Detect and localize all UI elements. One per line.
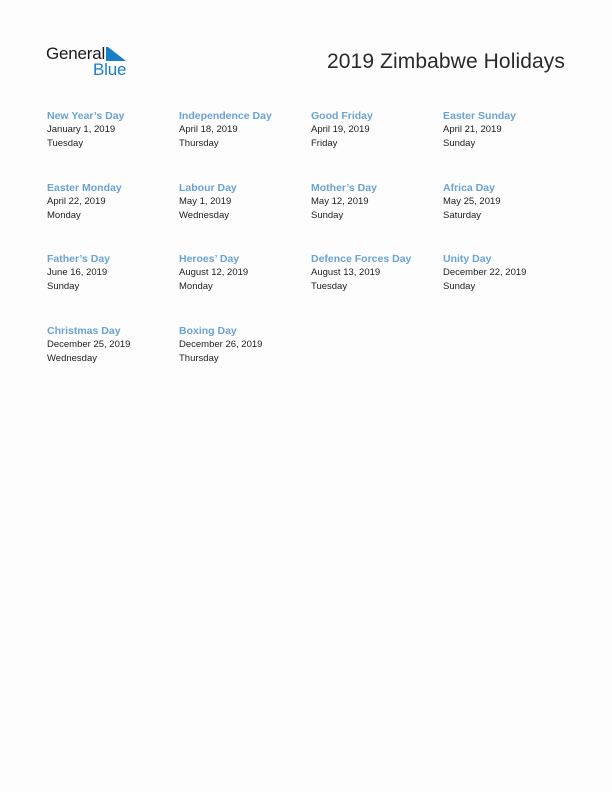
holiday-date: April 21, 2019 [443, 124, 502, 135]
logo-triangle-icon [108, 47, 126, 61]
holiday-weekday: Tuesday [311, 280, 348, 292]
holiday-weekday: Thursday [179, 137, 219, 149]
holiday-name: Christmas Day [47, 325, 121, 337]
holiday-name: Labour Day [179, 182, 237, 194]
holiday-name: Defence Forces Day [311, 253, 412, 265]
holiday-item: Independence Day April 18, 2019 Thursday [179, 109, 309, 150]
holiday-weekday: Wednesday [47, 352, 97, 364]
holiday-item: Easter Monday April 22, 2019 Monday [47, 181, 177, 222]
holiday-date: August 13, 2019 [311, 267, 381, 278]
logo: General Blue [46, 44, 136, 80]
holiday-item: Defence Forces Day August 13, 2019 Tuesd… [311, 252, 441, 293]
holiday-item: Unity Day December 22, 2019 Sunday [443, 252, 573, 293]
holiday-weekday: Tuesday [47, 137, 84, 149]
holiday-weekday: Wednesday [179, 209, 229, 221]
holiday-date: May 1, 2019 [179, 196, 232, 207]
holiday-date: January 1, 2019 [47, 124, 116, 135]
holiday-weekday: Friday [311, 137, 338, 149]
holiday-date: December 22, 2019 [443, 267, 527, 278]
holiday-name: Boxing Day [179, 325, 237, 337]
holiday-date: May 12, 2019 [311, 196, 369, 207]
holiday-date: April 22, 2019 [47, 196, 106, 207]
holiday-item: Good Friday April 19, 2019 Friday [311, 109, 441, 150]
holiday-weekday: Sunday [311, 209, 344, 221]
holiday-weekday: Monday [47, 209, 81, 221]
holiday-date: December 25, 2019 [47, 339, 131, 350]
holiday-item: Heroes’ Day August 12, 2019 Monday [179, 252, 309, 293]
logo-text-blue: Blue [93, 60, 127, 79]
holiday-name: Father’s Day [47, 253, 111, 265]
holiday-date: June 16, 2019 [47, 267, 108, 278]
holiday-weekday: Monday [179, 280, 213, 292]
holiday-name: Easter Sunday [443, 110, 516, 122]
page-title: 2019 Zimbabwe Holidays [327, 50, 565, 73]
holiday-date: May 25, 2019 [443, 196, 501, 207]
holiday-weekday: Sunday [47, 280, 80, 292]
holiday-date: April 19, 2019 [311, 124, 370, 135]
holiday-name: Heroes’ Day [179, 253, 240, 265]
holiday-weekday: Saturday [443, 209, 482, 221]
holiday-name: Africa Day [443, 182, 495, 194]
holiday-weekday: Thursday [179, 352, 219, 364]
holiday-date: April 18, 2019 [179, 124, 238, 135]
holiday-item: Mother’s Day May 12, 2019 Sunday [311, 181, 441, 222]
holiday-item: Labour Day May 1, 2019 Wednesday [179, 181, 309, 222]
holiday-item: Christmas Day December 25, 2019 Wednesda… [47, 324, 177, 365]
holiday-item: New Year’s Day January 1, 2019 Tuesday [47, 109, 177, 150]
holiday-date: December 26, 2019 [179, 339, 263, 350]
holiday-name: New Year’s Day [47, 110, 125, 122]
holiday-name: Unity Day [443, 253, 492, 265]
holiday-weekday: Sunday [443, 137, 476, 149]
holiday-item: Boxing Day December 26, 2019 Thursday [179, 324, 309, 365]
holiday-date: August 12, 2019 [179, 267, 249, 278]
holiday-item: Father’s Day June 16, 2019 Sunday [47, 252, 177, 293]
holiday-name: Mother’s Day [311, 182, 377, 194]
holiday-item: Africa Day May 25, 2019 Saturday [443, 181, 573, 222]
holiday-name: Easter Monday [47, 182, 122, 194]
holiday-name: Good Friday [311, 110, 373, 122]
holiday-name: Independence Day [179, 110, 272, 122]
holiday-item: Easter Sunday April 21, 2019 Sunday [443, 109, 573, 150]
holiday-weekday: Sunday [443, 280, 476, 292]
